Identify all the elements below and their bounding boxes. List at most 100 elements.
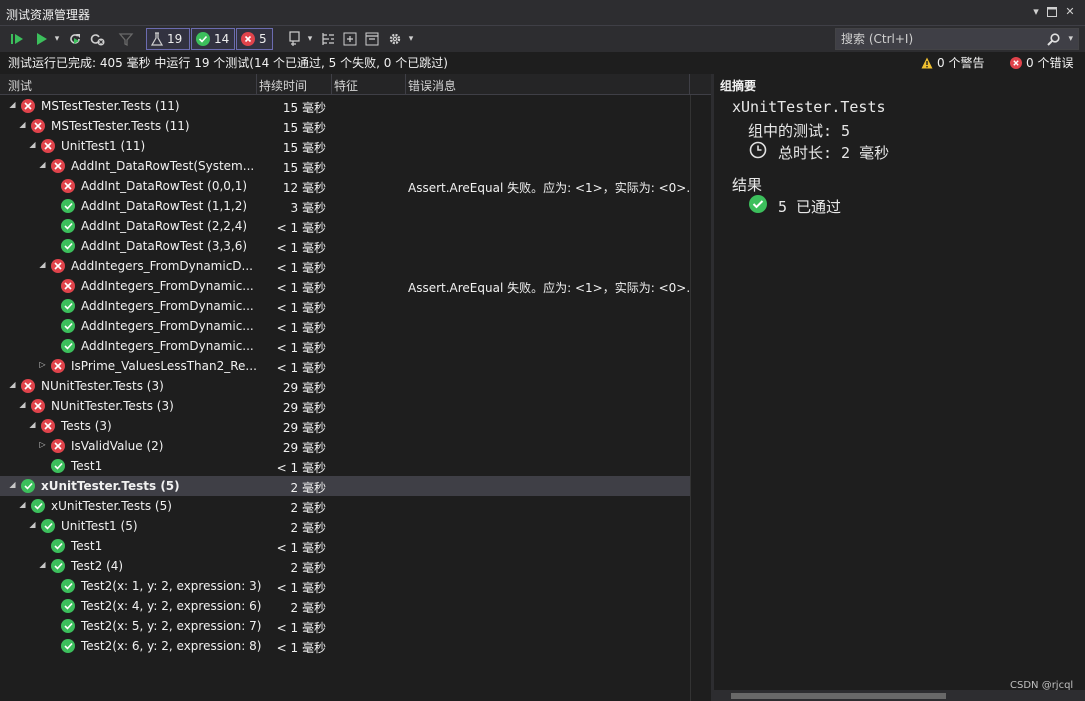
test-duration: 2 毫秒 <box>290 501 326 515</box>
collapse-arrow-icon[interactable]: ◢ <box>38 560 47 570</box>
passed-icon <box>51 539 65 553</box>
group-by-button[interactable] <box>319 29 337 49</box>
test-row[interactable]: ◢ Test2 (4) 2 毫秒 <box>0 556 690 576</box>
test-row[interactable]: Test2(x: 4, y: 2, expression: 6) 2 毫秒 <box>0 596 690 616</box>
passed-result-link[interactable]: 5 已通过 <box>778 196 841 217</box>
test-row[interactable]: AddIntegers_FromDynamic... < 1 毫秒 <box>0 316 690 336</box>
collapse-arrow-icon[interactable]: ◢ <box>28 140 37 150</box>
collapse-arrow-icon[interactable]: ◢ <box>8 100 17 110</box>
column-header: 测试 持续时间 特征 错误消息 <box>0 74 711 95</box>
collapse-arrow-icon[interactable]: ◢ <box>28 420 37 430</box>
run-dropdown-icon[interactable]: ▾ <box>52 29 62 49</box>
dropdown-icon[interactable]: ▾ <box>1028 4 1044 20</box>
maximize-icon[interactable] <box>1044 4 1060 20</box>
failed-icon <box>51 439 65 453</box>
test-row[interactable]: Test2(x: 1, y: 2, expression: 3) < 1 毫秒 <box>0 576 690 596</box>
expand-arrow-icon[interactable]: ▷ <box>38 360 47 370</box>
test-duration: 29 毫秒 <box>282 401 326 415</box>
collapse-arrow-icon[interactable]: ◢ <box>18 500 27 510</box>
test-duration: 15 毫秒 <box>282 121 326 135</box>
repeat-icon <box>70 34 80 44</box>
test-row[interactable]: AddInt_DataRowTest (3,3,6) < 1 毫秒 <box>0 236 690 256</box>
playlist-icon <box>289 31 300 46</box>
test-duration: < 1 毫秒 <box>276 341 326 355</box>
passed-count: 14 <box>214 32 230 46</box>
playlist-dropdown-icon[interactable]: ▾ <box>305 29 315 49</box>
test-row[interactable]: ◢ UnitTest1 (11) 15 毫秒 <box>0 136 690 156</box>
test-row[interactable]: ◢ AddInt_DataRowTest(System... 15 毫秒 <box>0 156 690 176</box>
test-row[interactable]: AddInt_DataRowTest (2,2,4) < 1 毫秒 <box>0 216 690 236</box>
total-tests-filter[interactable]: 19 <box>146 28 190 50</box>
errors-indicator[interactable]: 0 个错误 <box>1010 54 1073 71</box>
test-name: Test1 <box>71 539 103 553</box>
expand-all-button[interactable] <box>341 29 359 49</box>
title-bar: 测试资源管理器 ▾ ✕ <box>0 0 1085 26</box>
collapse-arrow-icon[interactable]: ◢ <box>8 480 17 490</box>
search-input[interactable]: 搜索 (Ctrl+I) ▾ <box>835 28 1079 50</box>
failed-icon <box>21 379 35 393</box>
search-options-dropdown-icon[interactable]: ▾ <box>1068 29 1073 49</box>
test-row[interactable]: ◢ UnitTest1 (5) 2 毫秒 <box>0 516 690 536</box>
column-duration[interactable]: 持续时间 <box>259 77 307 94</box>
collapse-arrow-icon[interactable]: ◢ <box>18 400 27 410</box>
cancel-run-button[interactable] <box>88 29 106 49</box>
test-row[interactable]: AddInt_DataRowTest (1,1,2) 3 毫秒 <box>0 196 690 216</box>
test-row[interactable]: ◢ NUnitTester.Tests (3) 29 毫秒 <box>0 376 690 396</box>
collapse-arrow-icon[interactable]: ◢ <box>28 520 37 530</box>
test-name: Test2(x: 1, y: 2, expression: 3) <box>81 579 262 593</box>
test-row[interactable]: Test2(x: 5, y: 2, expression: 7) < 1 毫秒 <box>0 616 690 636</box>
playlist-button[interactable] <box>286 29 304 49</box>
settings-button[interactable] <box>386 29 404 49</box>
test-row[interactable]: Test1 < 1 毫秒 <box>0 456 690 476</box>
failed-icon <box>51 259 65 273</box>
passed-icon <box>61 339 75 353</box>
warnings-indicator[interactable]: 0 个警告 <box>921 54 984 71</box>
settings-dropdown-icon[interactable]: ▾ <box>406 29 416 49</box>
horizontal-scrollbar[interactable] <box>714 690 1085 701</box>
test-row[interactable]: Test2(x: 6, y: 2, expression: 8) < 1 毫秒 <box>0 636 690 656</box>
collapse-arrow-icon[interactable]: ◢ <box>38 260 47 270</box>
test-row[interactable]: ◢ MSTestTester.Tests (11) 15 毫秒 <box>0 96 690 116</box>
test-row[interactable]: Test1 < 1 毫秒 <box>0 536 690 556</box>
test-row[interactable]: ◢ MSTestTester.Tests (11) 15 毫秒 <box>0 116 690 136</box>
run-all-button[interactable] <box>8 29 26 49</box>
search-placeholder: 搜索 (Ctrl+I) <box>841 32 914 46</box>
test-row[interactable]: AddInt_DataRowTest (0,0,1) 12 毫秒 Assert.Ar… <box>0 176 698 196</box>
collapse-arrow-icon[interactable]: ◢ <box>8 380 17 390</box>
passed-icon <box>61 639 75 653</box>
test-duration: 2 毫秒 <box>290 601 326 615</box>
test-row[interactable]: AddIntegers_FromDynamic... < 1 毫秒 Assert.A… <box>0 276 698 296</box>
run-all-icon <box>11 34 23 44</box>
repeat-run-button[interactable] <box>66 29 84 49</box>
test-row[interactable]: ◢ NUnitTester.Tests (3) 29 毫秒 <box>0 396 690 416</box>
collapse-arrow-icon[interactable]: ◢ <box>18 120 27 130</box>
collapse-all-button[interactable] <box>363 29 381 49</box>
failed-tests-filter[interactable]: 5 <box>236 28 273 50</box>
close-icon[interactable]: ✕ <box>1062 4 1078 20</box>
vertical-scrollbar[interactable] <box>690 95 712 701</box>
column-error-message[interactable]: 错误消息 <box>408 77 456 94</box>
test-row[interactable]: ◢ xUnitTester.Tests (5) 2 毫秒 <box>0 476 690 496</box>
column-traits[interactable]: 特征 <box>334 77 358 94</box>
failed-icon <box>21 99 35 113</box>
test-row[interactable]: ◢ AddIntegers_FromDynamicD... < 1 毫秒 <box>0 256 690 276</box>
search-icon[interactable] <box>1047 30 1060 53</box>
test-row[interactable]: ▷ IsValidValue (2) 29 毫秒 <box>0 436 690 456</box>
filter-button[interactable] <box>116 29 136 49</box>
expand-arrow-icon[interactable]: ▷ <box>38 440 47 450</box>
beaker-icon <box>151 32 163 46</box>
passed-tests-filter[interactable]: 14 <box>191 28 235 50</box>
watermark: CSDN @rjcql <box>1010 680 1074 691</box>
collapse-arrow-icon[interactable]: ◢ <box>38 160 47 170</box>
run-button[interactable] <box>32 29 50 49</box>
test-row[interactable]: ◢ xUnitTester.Tests (5) 2 毫秒 <box>0 496 690 516</box>
column-test[interactable]: 测试 <box>8 77 32 94</box>
scrollbar-thumb[interactable] <box>731 693 946 699</box>
test-row[interactable]: ▷ IsPrime_ValuesLessThan2_Re... < 1 毫秒 <box>0 356 690 376</box>
test-row[interactable]: AddIntegers_FromDynamic... < 1 毫秒 <box>0 296 690 316</box>
passed-icon <box>196 32 210 46</box>
error-icon <box>1010 56 1022 69</box>
test-row[interactable]: AddIntegers_FromDynamic... < 1 毫秒 <box>0 336 690 356</box>
test-row[interactable]: ◢ Tests (3) 29 毫秒 <box>0 416 690 436</box>
passed-icon <box>31 499 45 513</box>
